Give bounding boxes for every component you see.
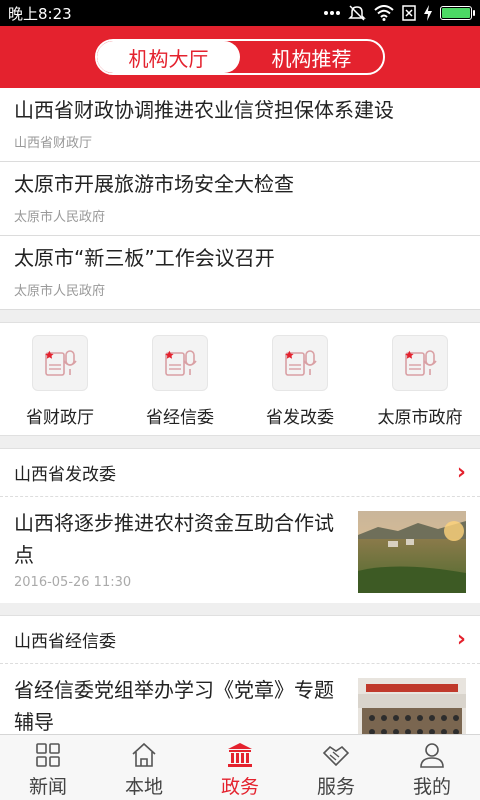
grid-icon	[36, 743, 60, 767]
news-list: 山西省财政协调推进农业信贷担保体系建设 山西省财政厅 太原市开展旅游市场安全大检…	[0, 88, 480, 310]
section-header[interactable]: 山西省发改委 ›	[0, 449, 480, 497]
news-item[interactable]: 山西省财政协调推进农业信贷担保体系建设 山西省财政厅	[0, 88, 480, 162]
article-item[interactable]: 山西将逐步推进农村资金互助合作试点 2016-05-26 11:30	[0, 497, 480, 603]
tab-label: 本地	[124, 776, 163, 798]
chevron-right-icon: ›	[456, 627, 466, 652]
house-icon	[132, 742, 156, 767]
section-header[interactable]: 山西省经信委 ›	[0, 616, 480, 664]
org-badge-icon	[272, 335, 328, 391]
institution-finance-dept[interactable]: 省财政厅	[0, 323, 120, 435]
chevron-right-icon: ›	[456, 460, 466, 485]
tab-label: 政务	[220, 776, 259, 798]
battery-icon	[440, 6, 475, 20]
header: 机构大厅 机构推荐	[0, 26, 480, 88]
article-title: 省经信委党组举办学习《党章》专题辅导	[14, 678, 334, 734]
news-item[interactable]: 太原市“新三板”工作会议召开 太原市人民政府	[0, 236, 480, 310]
tab-label: 我的	[412, 776, 451, 798]
tab-services[interactable]: 服务	[288, 735, 384, 800]
article-time: 2016-05-26 11:30	[14, 575, 132, 590]
news-source: 太原市人民政府	[14, 210, 106, 225]
news-source: 山西省财政厅	[14, 136, 93, 151]
section-development-commission: 山西省发改委 › 山西将逐步推进农村资金互助合作试点 2016-05-26 11…	[0, 448, 480, 603]
section-title: 山西省经信委	[14, 632, 116, 652]
wifi-icon	[374, 5, 394, 21]
institution-label: 省发改委	[266, 408, 334, 428]
org-badge-icon	[32, 335, 88, 391]
institution-grid: 省财政厅 省经信委 省发改委 太原市政府	[0, 322, 480, 436]
status-icons	[324, 4, 475, 22]
article-item[interactable]: 省经信委党组举办学习《党章》专题辅导	[0, 664, 480, 734]
institution-label: 太原市政府	[377, 408, 463, 428]
news-title: 山西省财政协调推进农业信贷担保体系建设	[14, 98, 394, 122]
article-thumbnail	[358, 678, 466, 734]
tab-label: 新闻	[28, 776, 67, 798]
section-title: 山西省发改委	[14, 465, 116, 485]
charging-icon	[424, 5, 432, 21]
divider	[0, 310, 480, 322]
tab-news[interactable]: 新闻	[0, 735, 96, 800]
institution-taiyuan-government[interactable]: 太原市政府	[360, 323, 480, 435]
tab-profile[interactable]: 我的	[384, 735, 480, 800]
divider	[0, 603, 480, 615]
section-economy-commission: 山西省经信委 › 省经信委党组举办学习《党章》专题辅导	[0, 615, 480, 734]
main-content: 山西省财政协调推进农业信贷担保体系建设 山西省财政厅 太原市开展旅游市场安全大检…	[0, 88, 480, 734]
tab-government[interactable]: 政务	[192, 735, 288, 800]
article-thumbnail	[358, 511, 466, 593]
news-item[interactable]: 太原市开展旅游市场安全大检查 太原市人民政府	[0, 162, 480, 236]
more-dots-icon	[324, 11, 340, 15]
government-building-icon	[228, 743, 252, 767]
org-badge-icon	[392, 335, 448, 391]
divider	[0, 436, 480, 448]
bottom-tab-bar: 新闻 本地 政务 服务 我的	[0, 734, 480, 800]
article-title: 山西将逐步推进农村资金互助合作试点	[14, 511, 334, 567]
tab-label: 服务	[316, 776, 355, 798]
tab-institution-recommend[interactable]: 机构推荐	[240, 41, 383, 73]
news-title: 太原市“新三板”工作会议召开	[14, 246, 275, 270]
org-badge-icon	[152, 335, 208, 391]
news-source: 太原市人民政府	[14, 284, 106, 299]
tab-local[interactable]: 本地	[96, 735, 192, 800]
news-title: 太原市开展旅游市场安全大检查	[14, 172, 294, 196]
institution-label: 省经信委	[146, 408, 214, 428]
tab-institution-hall[interactable]: 机构大厅	[97, 41, 240, 73]
status-bar: 晚上8:23	[0, 0, 480, 26]
sim-icon	[402, 5, 416, 21]
user-icon	[420, 743, 444, 768]
institution-development-commission[interactable]: 省发改委	[240, 323, 360, 435]
institution-label: 省财政厅	[26, 408, 94, 428]
header-tab-switch: 机构大厅 机构推荐	[95, 39, 385, 75]
institution-economy-commission[interactable]: 省经信委	[120, 323, 240, 435]
status-time: 晚上8:23	[8, 4, 72, 23]
handshake-icon	[322, 745, 350, 767]
mute-icon	[348, 5, 366, 21]
